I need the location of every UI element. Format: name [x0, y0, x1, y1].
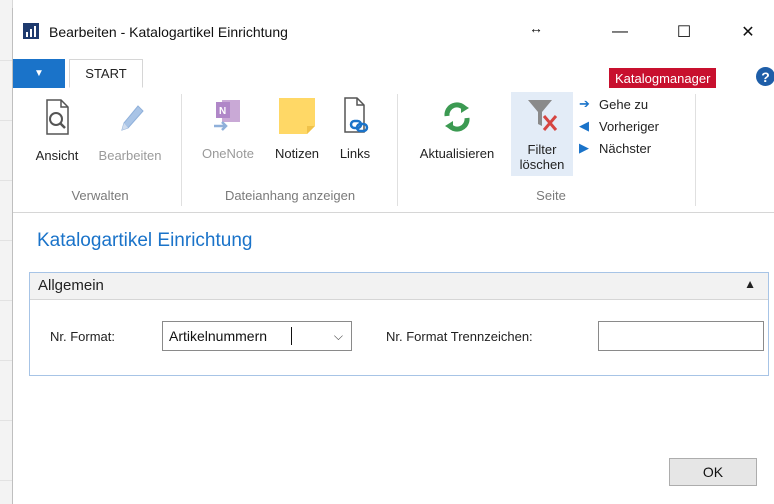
resize-arrows-icon: ↔ — [529, 20, 543, 36]
group-separator — [181, 94, 182, 206]
trennzeichen-label: Nr. Format Trennzeichen: — [386, 329, 533, 344]
text-cursor — [291, 327, 292, 345]
fasttab-allgemein: Allgemein ▲ Nr. Format: Artikelnummern ⌵… — [29, 272, 769, 376]
onenote-icon: N — [214, 100, 240, 131]
nr-format-label: Nr. Format: — [50, 329, 116, 344]
tab-start[interactable]: START — [69, 59, 143, 88]
aktualisieren-button[interactable]: Aktualisieren — [409, 96, 505, 161]
title-bar: Bearbeiten - Katalogartikel Einrichtung … — [13, 8, 774, 54]
fasttab-header[interactable]: Allgemein ▲ — [30, 273, 768, 300]
group-label-verwalten: Verwalten — [71, 188, 129, 203]
chevron-down-icon[interactable]: ⌵ — [334, 329, 343, 344]
window-title: Bearbeiten - Katalogartikel Einrichtung — [49, 24, 288, 40]
dropdown-arrow-icon: ▼ — [34, 68, 44, 79]
filter-loeschen-button[interactable]: Filter löschen — [511, 96, 573, 172]
group-label-dateianhang: Dateianhang anzeigen — [224, 188, 356, 203]
minimize-button[interactable]: — — [597, 16, 643, 48]
gehe-zu-button[interactable]: ➔ Gehe zu — [579, 96, 648, 112]
link-document-icon — [344, 97, 369, 133]
notizen-button[interactable]: Notizen — [267, 96, 327, 161]
close-button[interactable]: ✕ — [725, 16, 771, 48]
naechster-button[interactable]: ▶ Nächster — [579, 140, 651, 156]
group-separator — [397, 94, 398, 206]
onenote-button[interactable]: N OneNote — [195, 96, 261, 161]
group-label-seite: Seite — [536, 188, 566, 203]
file-menu-button[interactable]: ▼ — [13, 59, 65, 88]
ansicht-button[interactable]: Ansicht — [31, 98, 83, 163]
view-icon — [46, 99, 69, 135]
sticky-note-icon — [279, 98, 315, 134]
help-icon[interactable]: ? — [756, 67, 774, 86]
trennzeichen-input[interactable] — [598, 321, 764, 351]
arrow-right-icon: ➔ — [579, 96, 590, 111]
dialog-window: Bearbeiten - Katalogartikel Einrichtung … — [12, 8, 774, 504]
ribbon-tab-bar: ▼ START Katalogmanager ? — [13, 54, 774, 89]
app-icon — [23, 23, 39, 39]
ok-button[interactable]: OK — [669, 458, 757, 486]
page-title: Katalogartikel Einrichtung — [37, 230, 253, 251]
nr-format-value: Artikelnummern — [169, 328, 268, 344]
bearbeiten-button[interactable]: Bearbeiten — [91, 98, 169, 163]
pencil-icon — [121, 105, 144, 131]
collapse-caret-icon[interactable]: ▲ — [744, 277, 756, 291]
triangle-left-icon: ◀ — [579, 118, 589, 133]
nr-format-select[interactable]: Artikelnummern ⌵ — [162, 321, 352, 351]
links-button[interactable]: Links — [333, 96, 377, 161]
svg-text:N: N — [219, 106, 226, 117]
triangle-right-icon: ▶ — [579, 140, 589, 155]
maximize-button[interactable]: ☐ — [661, 16, 707, 48]
vorheriger-button[interactable]: ◀ Vorheriger — [579, 118, 659, 134]
ribbon: Ansicht Bearbeiten Verwalten N OneNote N… — [13, 88, 774, 213]
group-separator — [695, 94, 696, 206]
clear-filter-icon — [528, 100, 558, 131]
tab-katalogmanager[interactable]: Katalogmanager — [609, 68, 717, 88]
fasttab-title: Allgemein — [38, 277, 104, 294]
refresh-icon — [444, 102, 470, 132]
